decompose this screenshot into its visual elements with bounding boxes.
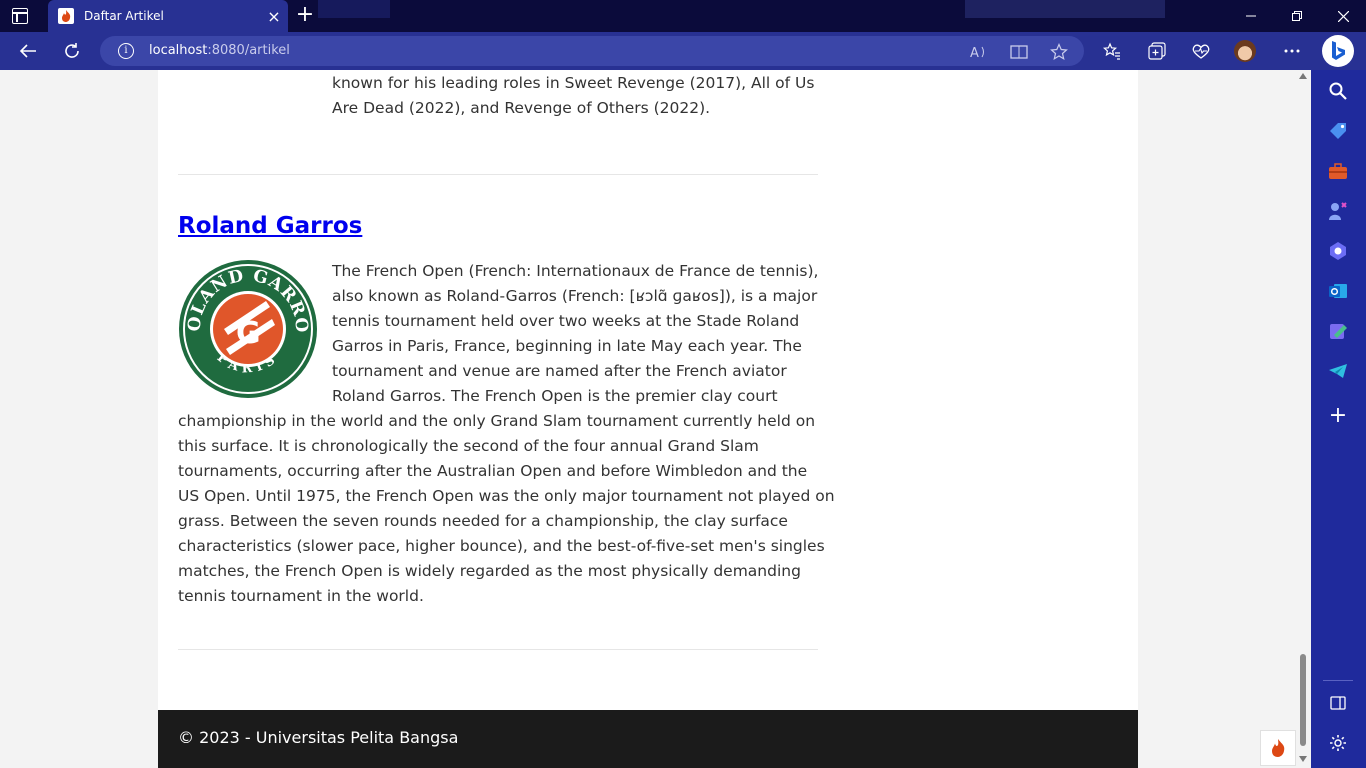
favorites-icon[interactable] bbox=[1098, 36, 1126, 66]
codeigniter-favicon-icon bbox=[58, 8, 74, 24]
title-bar: Daftar Artikel × + bbox=[0, 0, 1366, 32]
sidebar-divider bbox=[1323, 680, 1353, 681]
page-content: known for his leading roles in Sweet Rev… bbox=[158, 70, 1138, 768]
text-line: this surface. It is chronologically the … bbox=[178, 437, 759, 455]
refresh-icon[interactable] bbox=[57, 36, 87, 66]
search-icon[interactable] bbox=[1325, 78, 1351, 104]
address-bar[interactable]: i localhost:8080/artikel A bbox=[100, 36, 1084, 66]
settings-icon[interactable] bbox=[1325, 730, 1351, 756]
url-path: :8080/artikel bbox=[207, 43, 290, 58]
codeigniter-debug-toolbar-icon[interactable] bbox=[1260, 730, 1296, 766]
text-line: Roland Garros. The French Open is the pr… bbox=[332, 387, 778, 405]
bing-copilot-icon[interactable] bbox=[1322, 35, 1354, 67]
tab-strip-background bbox=[318, 0, 390, 18]
add-icon[interactable]: + bbox=[1325, 402, 1351, 428]
active-tab[interactable]: Daftar Artikel × bbox=[48, 0, 288, 32]
scroll-down-icon[interactable] bbox=[1299, 756, 1307, 762]
new-tab-button[interactable]: + bbox=[292, 4, 318, 28]
window-menu-icon[interactable] bbox=[12, 8, 28, 24]
shopping-tag-icon[interactable] bbox=[1325, 118, 1351, 144]
text-line: tennis tournament held over two weeks at… bbox=[332, 312, 800, 330]
text-line: matches, the French Open is widely regar… bbox=[178, 562, 801, 580]
collections-icon[interactable] bbox=[1143, 36, 1171, 66]
scroll-up-icon[interactable] bbox=[1299, 73, 1307, 79]
article-divider bbox=[178, 174, 818, 175]
page-viewport: known for his leading roles in Sweet Rev… bbox=[0, 70, 1296, 768]
close-icon[interactable] bbox=[1320, 0, 1366, 32]
copilot-icon[interactable] bbox=[1325, 238, 1351, 264]
previous-article-text: known for his leading roles in Sweet Rev… bbox=[332, 71, 815, 121]
split-screen-icon[interactable] bbox=[1325, 690, 1351, 716]
window-controls bbox=[1228, 0, 1366, 32]
text-line: US Open. Until 1975, the French Open was… bbox=[178, 487, 835, 505]
text-line: known for his leading roles in Sweet Rev… bbox=[332, 74, 815, 92]
tab-close-icon[interactable]: × bbox=[260, 7, 288, 26]
text-line: championship in the world and the only G… bbox=[178, 412, 816, 430]
article-title-link[interactable]: Roland Garros bbox=[178, 213, 362, 239]
footer-copyright: © 2023 - Universitas Pelita Bangsa bbox=[178, 728, 459, 747]
games-icon[interactable] bbox=[1325, 198, 1351, 224]
article-divider bbox=[178, 649, 818, 650]
text-line: The French Open (French: Internationaux … bbox=[332, 262, 819, 280]
text-line: Are Dead (2022), and Revenge of Others (… bbox=[332, 99, 711, 117]
tab-strip-background bbox=[965, 0, 1165, 18]
tab-title: Daftar Artikel bbox=[84, 9, 164, 23]
text-line: tennis tournament in the world. bbox=[178, 587, 424, 605]
back-icon[interactable] bbox=[13, 36, 43, 66]
read-aloud-icon[interactable]: A bbox=[968, 41, 990, 63]
text-line: tournament and venue are named after the… bbox=[332, 362, 787, 380]
outlook-icon[interactable] bbox=[1325, 278, 1351, 304]
performance-icon[interactable] bbox=[1187, 36, 1215, 66]
browser-toolbar: i localhost:8080/artikel A bbox=[0, 32, 1366, 70]
text-line: characteristics (slower pace, higher bou… bbox=[178, 537, 825, 555]
restore-icon[interactable] bbox=[1274, 0, 1320, 32]
text-line: grass. Between the seven rounds needed f… bbox=[178, 512, 788, 530]
scroll-thumb[interactable] bbox=[1300, 654, 1306, 746]
edge-sidebar: + bbox=[1311, 70, 1366, 768]
immersive-reader-icon[interactable] bbox=[1008, 41, 1030, 63]
article-body: The French Open (French: Internationaux … bbox=[178, 259, 835, 609]
text-line: tournaments, occurring after the Austral… bbox=[178, 462, 808, 480]
site-info-icon[interactable]: i bbox=[118, 43, 134, 59]
url-host: localhost bbox=[149, 43, 208, 58]
telegram-icon[interactable] bbox=[1325, 358, 1351, 384]
drop-icon[interactable] bbox=[1325, 318, 1351, 344]
page-scrollbar[interactable] bbox=[1296, 70, 1311, 768]
minimize-icon[interactable] bbox=[1228, 0, 1274, 32]
url-text: localhost:8080/artikel bbox=[149, 43, 290, 58]
profile-avatar[interactable] bbox=[1234, 40, 1256, 62]
more-icon[interactable] bbox=[1278, 36, 1306, 66]
text-line: Garros in Paris, France, beginning in la… bbox=[332, 337, 802, 355]
text-line: also known as Roland-Garros (French: [ʁɔ… bbox=[332, 287, 818, 305]
tools-icon[interactable] bbox=[1325, 158, 1351, 184]
page-footer: © 2023 - Universitas Pelita Bangsa bbox=[158, 710, 1138, 768]
svg-text:A: A bbox=[970, 46, 979, 60]
favorite-star-icon[interactable] bbox=[1048, 41, 1070, 63]
